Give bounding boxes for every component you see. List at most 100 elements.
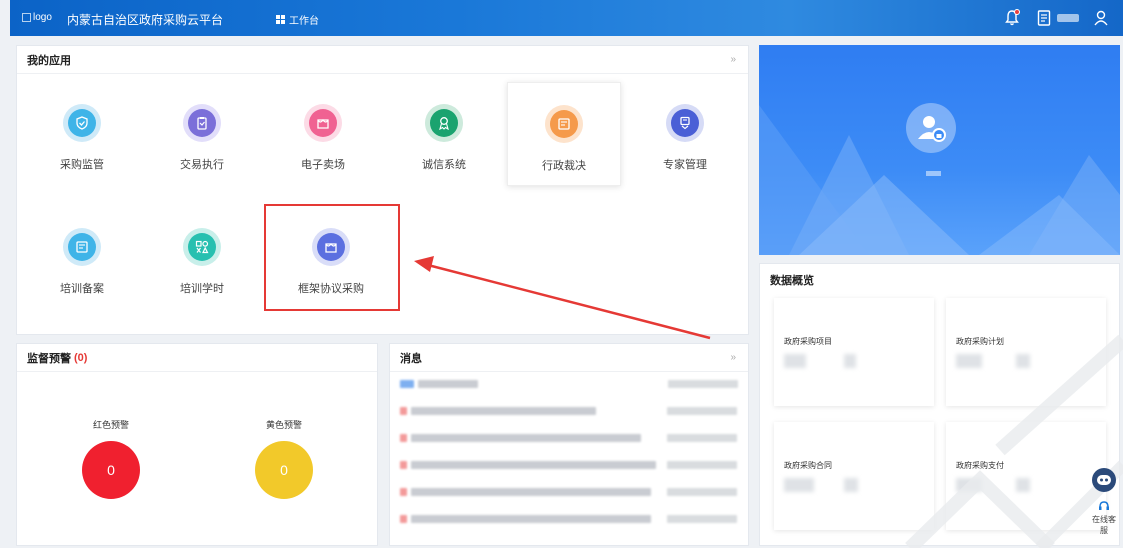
header-actions [1002,8,1111,28]
app-label: 诚信系统 [422,159,466,171]
overview-card-procurement-contracts[interactable]: 政府采购合同 [774,422,934,530]
message-text [411,433,641,442]
message-text [411,460,656,469]
app-training-hours[interactable]: 培训学时 [145,206,259,310]
headset-icon [1099,501,1109,510]
shapes-icon [188,233,216,261]
shield-icon [68,109,96,137]
customer-service-widget[interactable]: 在线客服 [1089,468,1119,536]
message-row[interactable] [400,460,737,469]
message-date [668,379,738,388]
blurred-value [784,354,806,368]
message-icon [400,487,407,496]
avatar[interactable] [906,103,956,153]
logo-image-icon [22,13,31,22]
top-header: logo 内蒙古自治区政府采购云平台 工作台 [10,0,1123,36]
message-icon [400,460,407,469]
overview-card-procurement-plans[interactable]: 政府采购计划 [946,298,1106,406]
my-apps-title: 我的应用 [27,54,71,67]
message-icon [400,379,414,388]
warning-title: 监督预警 [27,352,71,365]
app-label: 电子卖场 [301,159,345,171]
message-text [411,487,651,496]
app-expert-management[interactable]: 专家管理 [628,82,742,186]
app-transaction-execution[interactable]: 交易执行 [145,82,259,186]
logo[interactable]: logo [22,12,52,23]
data-overview-panel: 数据概览 政府采购项目 政府采购计划 政府采购合同 政府采购支付 [759,263,1120,546]
notification-dot [1014,9,1020,15]
user-icon[interactable] [1091,8,1111,28]
messages-header: 消息 » [390,344,748,372]
app-credit-system[interactable]: 诚信系统 [387,82,501,186]
app-administrative-ruling[interactable]: 行政裁决 [507,82,621,186]
blurred-value [844,354,856,368]
messages-title: 消息 [400,352,422,365]
ruling-icon [550,110,578,138]
blurred-value [1016,354,1030,368]
online-service-label: 在线客服 [1092,515,1116,535]
app-e-mall[interactable]: 电子卖场 [266,82,380,186]
red-warning-circle: 0 [82,441,140,499]
message-date [667,433,737,442]
app-icon-bg [183,228,221,266]
ribbon-icon [430,109,458,137]
record-icon [68,233,96,261]
workbench-label: 工作台 [289,16,319,27]
app-label: 交易执行 [180,159,224,171]
expert-icon [671,109,699,137]
overview-card-label: 政府采购项目 [784,337,832,346]
annotation-arrow [414,256,711,340]
yellow-warning-circle: 0 [255,441,313,499]
my-apps-more-button[interactable]: » [730,54,736,65]
message-row[interactable] [400,487,737,496]
message-row[interactable] [400,433,737,442]
yellow-warning-label: 黄色预警 [265,420,302,430]
message-row[interactable] [400,514,737,523]
app-training-record[interactable]: 培训备案 [25,206,139,310]
user-profile-card [759,45,1120,255]
messages-more-button[interactable]: » [730,352,736,363]
my-apps-header: 我的应用 » [17,46,748,74]
app-icon-bg [425,104,463,142]
app-procurement-supervision[interactable]: 采购监管 [25,82,139,186]
message-row[interactable] [400,406,737,415]
user-org[interactable] [1034,8,1079,28]
blurred-value [956,354,982,368]
overview-card-procurement-projects[interactable]: 政府采购项目 [774,298,934,406]
message-row[interactable] [400,379,738,388]
notification-bell-icon[interactable] [1002,8,1022,28]
grid-icon [276,15,285,24]
message-icon [400,514,407,523]
app-icon-bg [63,228,101,266]
platform-title: 内蒙古自治区政府采购云平台 [67,13,224,27]
yellow-warning[interactable]: 黄色预警 0 [234,418,334,499]
highlight-annotation-box [264,204,400,311]
app-icon-bg [545,105,583,143]
red-warning[interactable]: 红色预警 0 [61,418,161,499]
document-icon [1034,8,1054,28]
message-text [411,514,651,523]
app-icon-bg [63,104,101,142]
store-icon [309,109,337,137]
message-text [411,406,596,415]
logo-alt-text: logo [33,12,52,23]
app-label: 行政裁决 [542,160,586,172]
app-icon-bg [183,104,221,142]
app-icon-bg [666,104,704,142]
app-label: 采购监管 [60,159,104,171]
messages-panel: 消息 » [389,343,749,546]
app-icon-bg [304,104,342,142]
blurred-value [956,478,982,492]
overview-card-procurement-payments[interactable]: 政府采购支付 [946,422,1106,530]
message-date [667,487,737,496]
overview-card-label: 政府采购合同 [784,461,832,470]
message-icon [400,433,407,442]
blurred-value [1016,478,1030,492]
workbench-nav[interactable]: 工作台 [276,12,319,27]
blurred-value [784,478,814,492]
red-warning-label: 红色预警 [92,420,129,430]
app-label: 培训备案 [60,283,104,295]
app-label: 专家管理 [663,159,707,171]
overview-card-label: 政府采购计划 [956,337,1004,346]
app-label: 培训学时 [180,283,224,295]
